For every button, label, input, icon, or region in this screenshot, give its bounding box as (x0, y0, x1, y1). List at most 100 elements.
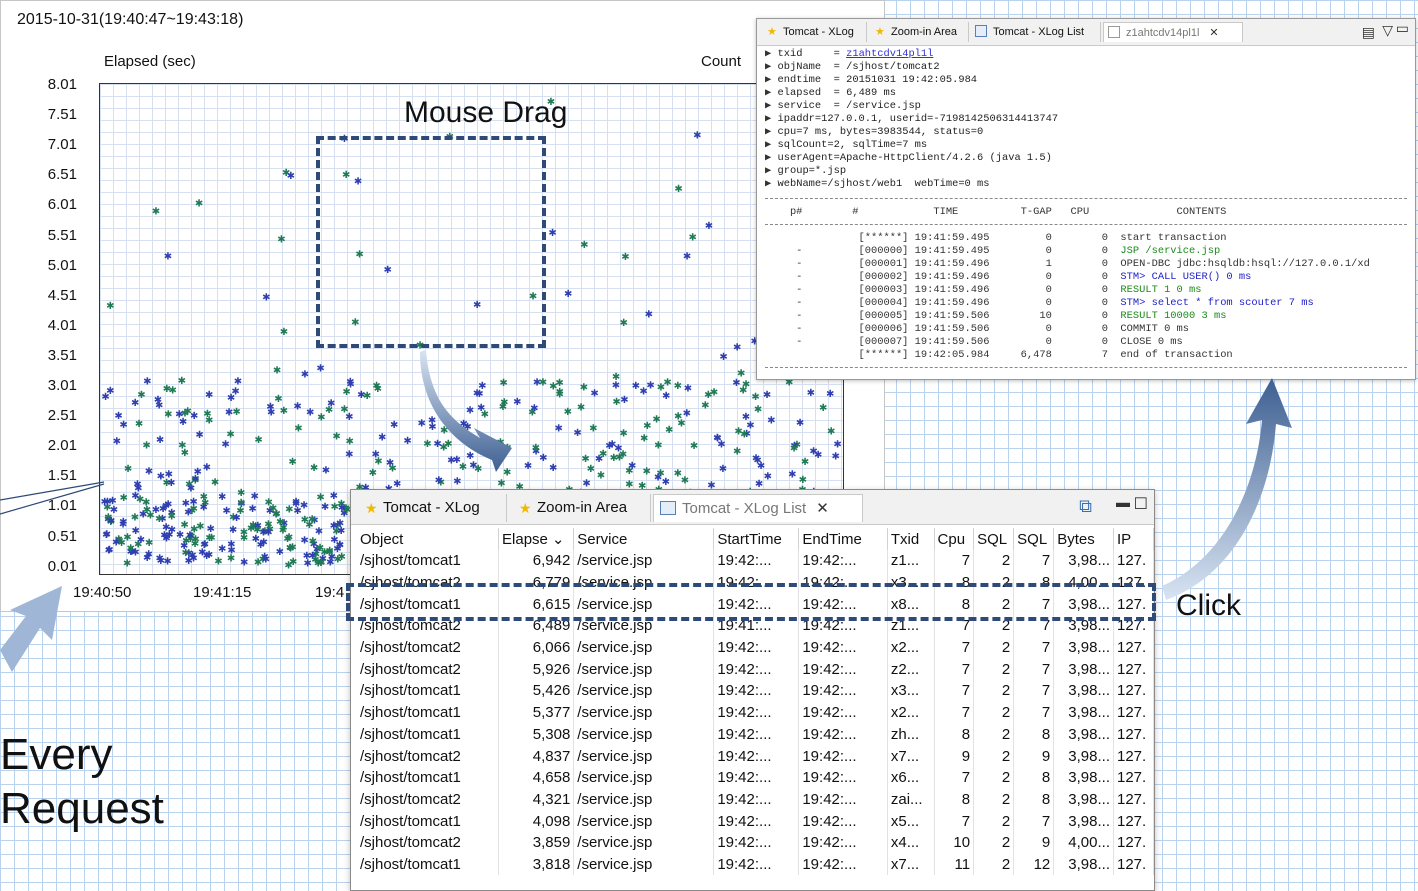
scatter-point: ✱ (612, 372, 620, 383)
table-row[interactable]: /sjhost/tomcat2 4,837/service.jsp 19:42:..… (357, 745, 1154, 767)
minimize-icon[interactable]: ▬ (1116, 494, 1130, 510)
tab-xlog[interactable]: ★ Tomcat - XLog (355, 494, 507, 522)
column-header[interactable]: StartTime (713, 528, 800, 550)
minimize-icon[interactable]: ▭ (1396, 20, 1409, 37)
detail-tab-xlog-list[interactable]: Tomcat - XLog List (971, 22, 1101, 42)
scatter-point: ✱ (195, 430, 203, 441)
scatter-point: ✱ (308, 515, 316, 526)
scatter-point: ✱ (200, 492, 208, 503)
table-cell: 5,926 (498, 658, 575, 681)
scatter-point: ✱ (819, 403, 827, 414)
table-cell: /service.jsp (573, 550, 715, 572)
table-cell: 7 (1013, 680, 1055, 702)
scatter-point: ✱ (719, 352, 727, 363)
tab-xlog-list[interactable]: Tomcat - XLog List ✕ (653, 494, 863, 522)
column-header[interactable]: IP (1113, 528, 1154, 550)
table-row[interactable]: /sjhost/tomcat1 5,308/service.jsp 19:42:..… (357, 723, 1154, 746)
scatter-point: ✱ (693, 131, 701, 142)
view-menu-icon[interactable]: ▽ (1382, 22, 1393, 39)
close-icon[interactable]: ✕ (816, 500, 829, 517)
table-cell: 2 (973, 680, 1015, 702)
maximize-icon[interactable]: ☐ (1134, 494, 1148, 514)
table-row[interactable]: /sjhost/tomcat1 6,942/service.jsp 19:42:..… (357, 550, 1154, 572)
tab-zoom-in-area[interactable]: ★ Zoom-in Area (509, 494, 651, 522)
table-row[interactable]: /sjhost/tomcat2 4,321/service.jsp 19:42:..… (357, 788, 1154, 811)
detail-tab-zoom-in[interactable]: ★ Zoom-in Area (869, 22, 969, 42)
scatter-point: ✱ (164, 410, 172, 421)
scatter-point: ✱ (746, 420, 754, 431)
scatter-point: ✱ (739, 386, 747, 397)
table-cell: 6,066 (498, 636, 575, 659)
scatter-point: ✱ (273, 365, 281, 376)
field-key: service = (777, 100, 847, 112)
scatter-point: ✱ (321, 502, 329, 513)
table-cell: 5,426 (498, 680, 575, 702)
table-row[interactable]: /sjhost/tomcat1 5,426/service.jsp 19:42:..… (357, 680, 1154, 702)
table-row[interactable]: /sjhost/tomcat2 3,859/service.jsp 19:42:..… (357, 831, 1154, 854)
table-row[interactable]: /sjhost/tomcat1 4,098/service.jsp 19:42:..… (357, 810, 1154, 832)
table-cell: 3,98... (1053, 636, 1114, 659)
column-header[interactable]: Cpu (934, 528, 975, 550)
column-header[interactable]: Txid (887, 528, 935, 550)
scatter-point: ✱ (236, 506, 244, 517)
column-header[interactable]: Service (573, 528, 715, 550)
table-row[interactable]: /sjhost/tomcat2 5,926/service.jsp 19:42:..… (357, 658, 1154, 681)
scatter-point: ✱ (674, 184, 682, 195)
profile-step-row: - [000002] 19:41:59.496 0 0 STM> CALL US… (765, 271, 1251, 283)
field-value[interactable]: z1ahtcdv14pl1l (846, 48, 933, 60)
close-icon[interactable]: ✕ (1209, 27, 1218, 39)
scatter-point: ✱ (599, 449, 607, 460)
scatter-point: ✱ (500, 398, 508, 409)
column-header-label: StartTime (717, 530, 782, 548)
step-meta: [******] 19:42:05.984 6,478 7 (765, 349, 1121, 361)
table-row[interactable]: /sjhost/tomcat1 4,658/service.jsp 19:42:..… (357, 766, 1154, 789)
column-header[interactable]: Bytes (1053, 528, 1114, 550)
y-tick-label: 5.51 (47, 226, 77, 244)
table-row[interactable]: /sjhost/tomcat2 6,066/service.jsp 19:42:..… (357, 636, 1154, 659)
table-cell: /service.jsp (573, 810, 715, 832)
scatter-point: ✱ (496, 437, 504, 448)
table-cell: x2... (887, 701, 935, 724)
scatter-point: ✱ (334, 555, 342, 566)
column-header[interactable]: SQL (973, 528, 1015, 550)
scatter-point: ✱ (135, 419, 143, 430)
table-row[interactable]: /sjhost/tomcat1 3,818/service.jsp 19:42:..… (357, 853, 1154, 876)
scatter-point: ✱ (674, 381, 682, 392)
scatter-point: ✱ (106, 386, 114, 397)
scatter-point: ✱ (266, 402, 274, 413)
scatter-point: ✱ (620, 318, 628, 329)
scatter-point: ✱ (178, 376, 186, 387)
step-meta: - [000003] 19:41:59.496 0 0 (765, 284, 1121, 296)
detail-field[interactable]: ▶ txid = z1ahtcdv14pl1l (765, 47, 933, 60)
scatter-point: ✱ (137, 535, 145, 546)
table-cell: 2 (973, 636, 1015, 659)
table-cell: 3,98... (1053, 723, 1114, 746)
menu-icon[interactable]: ▤ (1362, 24, 1375, 41)
table-cell: 19:42:... (798, 810, 888, 832)
copy-icon[interactable]: ⧉ (1079, 496, 1092, 517)
column-header[interactable]: EndTime (798, 528, 888, 550)
detail-tab-xlog[interactable]: ★ Tomcat - XLog (761, 22, 867, 42)
scatter-point: ✱ (182, 498, 190, 509)
scatter-point: ✱ (259, 537, 267, 548)
table-cell: /sjhost/tomcat2 (357, 831, 500, 854)
detail-tab-txid[interactable]: z1ahtcdv14pl1l ✕ (1103, 22, 1243, 42)
table-cell: 19:42:... (713, 680, 800, 702)
scatter-point: ✱ (276, 547, 284, 558)
table-cell: 2 (973, 766, 1015, 789)
column-header[interactable]: SQL (1013, 528, 1055, 550)
table-cell: /service.jsp (573, 658, 715, 681)
scatter-point: ✱ (201, 540, 209, 551)
column-header[interactable]: Object (357, 528, 500, 550)
table-cell: 3,98... (1053, 788, 1114, 811)
scatter-point: ✱ (754, 405, 762, 416)
table-cell: 19:42:... (798, 766, 888, 789)
scatter-point: ✱ (262, 292, 270, 303)
step-meta: - [000001] 19:41:59.496 1 0 (765, 258, 1121, 270)
scatter-point: ✱ (662, 391, 670, 402)
table-cell: x4... (887, 831, 935, 854)
scatter-point: ✱ (123, 558, 131, 569)
scatter-point: ✱ (187, 483, 195, 494)
column-header[interactable]: Elapse ⌄ (498, 528, 575, 550)
table-row[interactable]: /sjhost/tomcat1 5,377/service.jsp 19:42:..… (357, 701, 1154, 724)
